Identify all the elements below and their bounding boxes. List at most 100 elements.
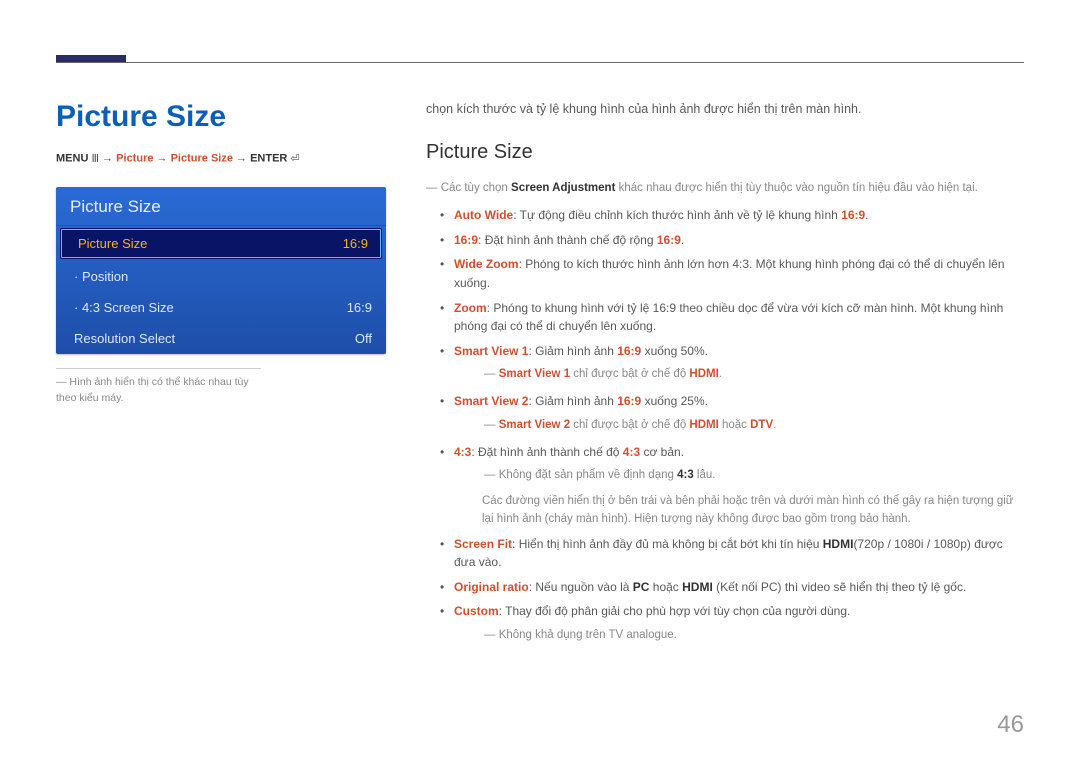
menu-path: MENU Ⅲ → Picture → Picture Size → ENTER … xyxy=(56,152,386,165)
bc-arrow1: → xyxy=(102,152,116,164)
note-b: Screen Adjustment xyxy=(511,182,615,194)
n-a: Smart View 2 xyxy=(499,419,570,431)
bc-enter: ENTER xyxy=(250,152,287,164)
opt-text: : Đặt hình ảnh thành chế độ xyxy=(471,445,622,459)
opt-text3: (Kết nối PC) thì video sẽ hiển thị theo … xyxy=(713,580,966,594)
bc-arrow3: → xyxy=(236,152,250,164)
enter-button-icon: ⏎ xyxy=(290,153,299,165)
opt-text: : Thay đổi độ phân giải cho phù hợp với … xyxy=(499,604,851,618)
opt-key: Smart View 2 xyxy=(454,394,528,408)
opt-key2: 16:9 xyxy=(617,344,641,358)
osd-row-resolution-select[interactable]: Resolution Select Off xyxy=(56,323,386,354)
opt-key2: PC xyxy=(633,580,650,594)
opt-text: : Nếu nguồn vào là xyxy=(529,580,633,594)
osd-row-43-screen-size[interactable]: 4:3 Screen Size 16:9 xyxy=(56,292,386,323)
note-c: khác nhau được hiển thị tùy thuộc vào ng… xyxy=(615,182,977,194)
opt-text: : Phóng to kích thước hình ảnh lớn hơn 4… xyxy=(454,257,1005,290)
opt-text2: . xyxy=(681,233,684,247)
n-d: . xyxy=(719,368,722,380)
page-number: 46 xyxy=(997,711,1024,739)
n-d: hoặc xyxy=(719,419,750,431)
opt-text2: hoặc xyxy=(649,580,682,594)
osd-panel: Picture Size Picture Size 16:9 Position … xyxy=(56,187,386,354)
osd-row-position[interactable]: Position xyxy=(56,261,386,292)
option-list: Auto Wide: Tự động điều chỉnh kích thước… xyxy=(440,206,1024,645)
section-heading: Picture Size xyxy=(426,137,1024,168)
ft-note-2: Các đường viền hiển thị ở bên trái và bê… xyxy=(482,493,1024,529)
page-content: Picture Size MENU Ⅲ → Picture → Picture … xyxy=(0,0,1080,653)
opt-16-9: 16:9: Đặt hình ảnh thành chế độ rộng 16:… xyxy=(440,231,1024,250)
n-b: chỉ được bật ở chế độ xyxy=(570,368,689,380)
opt-key: Wide Zoom xyxy=(454,257,519,271)
opt-key: Zoom xyxy=(454,301,487,315)
osd-row-value: 16:9 xyxy=(347,300,372,315)
top-note: Các tùy chọn Screen Adjustment khác nhau… xyxy=(426,180,1024,198)
n-c: HDMI xyxy=(689,419,718,431)
intro-text: chọn kích thước và tỷ lệ khung hình của … xyxy=(426,100,1024,119)
opt-original-ratio: Original ratio: Nếu nguồn vào là PC hoặc… xyxy=(440,578,1024,597)
n-e: DTV xyxy=(750,419,773,431)
right-column: chọn kích thước và tỷ lệ khung hình của … xyxy=(426,100,1024,653)
osd-title: Picture Size xyxy=(56,187,386,226)
opt-key2: 4:3 xyxy=(623,445,640,459)
opt-key3: HDMI xyxy=(682,580,713,594)
osd-row-picture-size[interactable]: Picture Size 16:9 xyxy=(60,228,382,259)
opt-zoom: Zoom: Phóng to khung hình với tỷ lệ 16:9… xyxy=(440,299,1024,336)
opt-key2: HDMI xyxy=(823,537,854,551)
bc-picturesize: Picture Size xyxy=(171,152,233,164)
n-a: Không đặt sản phẩm về định dạng xyxy=(499,469,677,481)
opt-key2: 16:9 xyxy=(657,233,681,247)
opt-auto-wide: Auto Wide: Tự động điều chỉnh kích thước… xyxy=(440,206,1024,225)
left-column: Picture Size MENU Ⅲ → Picture → Picture … xyxy=(56,100,386,653)
opt-text2: xuống 50%. xyxy=(641,344,708,358)
opt-key: 4:3 xyxy=(454,445,471,459)
opt-key2: 16:9 xyxy=(841,208,865,222)
n-b: chỉ được bật ở chế độ xyxy=(570,419,689,431)
opt-text2: cơ bản. xyxy=(640,445,684,459)
opt-smart-view-1: Smart View 1: Giảm hình ảnh 16:9 xuống 5… xyxy=(440,342,1024,384)
opt-key: Custom xyxy=(454,604,499,618)
opt-text: : Phóng to khung hình với tỷ lệ 16:9 the… xyxy=(454,301,1003,334)
sv1-note: Smart View 1 chỉ được bật ở chế độ HDMI. xyxy=(484,366,1024,384)
opt-key: Smart View 1 xyxy=(454,344,528,358)
bc-menu: MENU xyxy=(56,152,88,164)
opt-key: Original ratio xyxy=(454,580,529,594)
bc-picture: Picture xyxy=(116,152,153,164)
opt-screen-fit: Screen Fit: Hiển thị hình ảnh đầy đủ mà … xyxy=(440,535,1024,572)
opt-smart-view-2: Smart View 2: Giảm hình ảnh 16:9 xuống 2… xyxy=(440,392,1024,434)
header-rule xyxy=(56,62,1024,63)
note-a: Các tùy chọn xyxy=(441,182,511,194)
n-b: 4:3 xyxy=(677,469,694,481)
opt-text2: xuống 25%. xyxy=(641,394,708,408)
osd-row-label: Position xyxy=(74,269,128,284)
opt-4-3: 4:3: Đặt hình ảnh thành chế độ 4:3 cơ bả… xyxy=(440,443,1024,529)
opt-text: : Đặt hình ảnh thành chế độ rộng xyxy=(478,233,657,247)
opt-wide-zoom: Wide Zoom: Phóng to kích thước hình ảnh … xyxy=(440,255,1024,292)
opt-key: Screen Fit xyxy=(454,537,512,551)
opt-custom: Custom: Thay đổi độ phân giải cho phù hợ… xyxy=(440,602,1024,644)
ft-note-1: Không đặt sản phẩm về định dạng 4:3 lâu. xyxy=(484,467,1024,485)
osd-row-label: Resolution Select xyxy=(74,331,175,346)
n-c: HDMI xyxy=(689,368,718,380)
n-c: lâu. xyxy=(694,469,716,481)
opt-key2: 16:9 xyxy=(617,394,641,408)
sv2-note: Smart View 2 chỉ được bật ở chế độ HDMI … xyxy=(484,417,1024,435)
page-title: Picture Size xyxy=(56,100,386,134)
opt-key: Auto Wide xyxy=(454,208,513,222)
custom-note: Không khả dụng trên TV analogue. xyxy=(484,627,1024,645)
osd-row-label: Picture Size xyxy=(78,236,147,251)
menu-button-icon: Ⅲ xyxy=(91,153,99,165)
bc-arrow2: → xyxy=(157,152,171,164)
osd-row-label: 4:3 Screen Size xyxy=(74,300,174,315)
opt-key: 16:9 xyxy=(454,233,478,247)
opt-text: : Hiển thị hình ảnh đầy đủ mà không bị c… xyxy=(512,537,823,551)
n-f: . xyxy=(773,419,776,431)
osd-row-value: 16:9 xyxy=(343,236,368,251)
opt-text: : Giảm hình ảnh xyxy=(528,344,617,358)
opt-text2: . xyxy=(865,208,868,222)
osd-row-value: Off xyxy=(355,331,372,346)
n-a: Smart View 1 xyxy=(499,368,570,380)
opt-text: : Tự động điều chỉnh kích thước hình ảnh… xyxy=(513,208,841,222)
opt-text: : Giảm hình ảnh xyxy=(528,394,617,408)
left-footnote: Hình ảnh hiển thị có thể khác nhau tùy t… xyxy=(56,368,261,407)
